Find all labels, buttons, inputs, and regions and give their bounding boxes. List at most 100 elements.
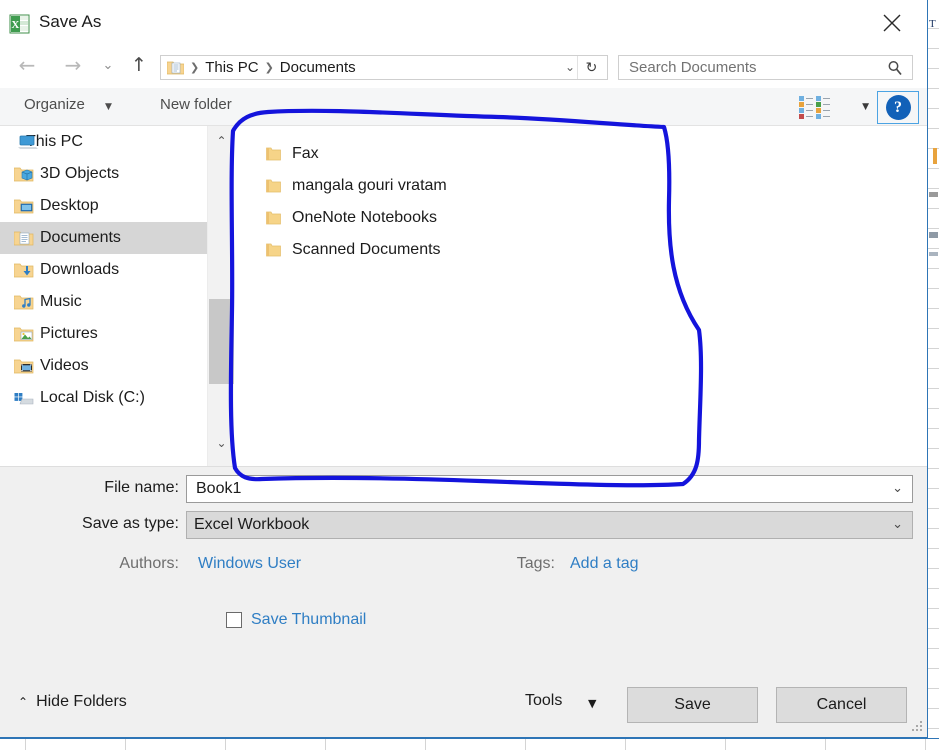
file-list-item[interactable]: Scanned Documents	[234, 234, 927, 266]
navigation-bar: ← → ⌄ ↑ ❯ This PC ❯ Documents ⌄ ↻ Search…	[0, 44, 927, 88]
organize-caret-icon[interactable]: ▼	[105, 102, 112, 112]
folder-downloads-icon	[14, 261, 34, 279]
excel-ui-sliver-2	[929, 232, 938, 238]
cancel-button[interactable]: Cancel	[776, 687, 907, 723]
scroll-up-icon[interactable]: ⌃	[208, 130, 235, 152]
chevron-down-icon[interactable]: ⌄	[98, 54, 118, 76]
tools-caret-icon[interactable]: ▼	[588, 697, 596, 710]
computer-icon	[18, 133, 38, 151]
save-thumbnail-label: Save Thumbnail	[251, 611, 367, 628]
sidebar-item-videos[interactable]: Videos	[0, 350, 207, 382]
up-arrow-icon[interactable]: ↑	[126, 52, 152, 78]
dialog-title: Save As	[39, 12, 102, 31]
breadcrumb-item-documents[interactable]: Documents	[280, 59, 356, 76]
sidebar-item-label: Downloads	[40, 261, 120, 278]
folder-music-icon	[14, 293, 34, 311]
save-form: File name: ⌄ Save as type: Excel Workboo…	[0, 466, 927, 708]
resize-grip[interactable]	[912, 721, 924, 733]
save-thumbnail-row[interactable]: Save Thumbnail	[226, 611, 366, 629]
file-name-input[interactable]	[194, 479, 854, 499]
refresh-icon[interactable]: ↻	[577, 56, 605, 79]
close-icon[interactable]	[873, 8, 911, 38]
file-list-item-label: OneNote Notebooks	[292, 209, 437, 226]
excel-ribbon-sliver	[933, 148, 937, 164]
chevron-down-icon[interactable]: ⌄	[892, 517, 903, 532]
sidebar-item-label: Music	[40, 293, 82, 310]
back-arrow-icon[interactable]: ←	[14, 52, 40, 78]
search-box[interactable]	[618, 55, 913, 80]
add-tag-link[interactable]: Add a tag	[570, 555, 639, 573]
breadcrumb-separator-1: ❯	[190, 61, 200, 74]
breadcrumb[interactable]: ❯ This PC ❯ Documents ⌄ ↻	[160, 55, 608, 80]
sidebar-item-label: 3D Objects	[40, 165, 120, 182]
navigation-sidebar: This PC 3D Objects Desktop Documents Downloa…	[0, 126, 207, 466]
view-options-icon[interactable]	[783, 93, 845, 121]
file-toolbar: Organize ▼ New folder ▼ ?	[0, 88, 927, 126]
search-input[interactable]	[627, 58, 867, 77]
sidebar-item-documents[interactable]: Documents	[0, 222, 207, 254]
scrollbar-thumb[interactable]	[209, 299, 234, 384]
folder-desktop-icon	[14, 197, 34, 215]
excel-ui-sliver-1	[929, 192, 938, 197]
excel-icon: X	[9, 13, 31, 35]
file-list-item[interactable]: OneNote Notebooks	[234, 202, 927, 234]
breadcrumb-item-this-pc[interactable]: This PC	[205, 59, 258, 76]
organize-button[interactable]: Organize	[24, 96, 85, 113]
sidebar-item-music[interactable]: Music	[0, 286, 207, 318]
sidebar-scrollbar[interactable]: ⌃ ⌄	[207, 126, 234, 466]
chevron-up-icon: ⌃	[18, 695, 29, 709]
folder-3d-icon	[14, 165, 34, 183]
breadcrumb-dropdown-icon[interactable]: ⌄	[565, 60, 575, 74]
save-button[interactable]: Save	[627, 687, 758, 723]
folder-videos-icon	[14, 357, 34, 375]
scroll-down-icon[interactable]: ⌄	[208, 432, 235, 454]
tags-label: Tags:	[516, 555, 555, 572]
sidebar-item-3d-objects[interactable]: 3D Objects	[0, 158, 207, 190]
folder-icon	[266, 210, 281, 226]
search-icon[interactable]	[886, 59, 904, 82]
save-as-type-value: Excel Workbook	[194, 516, 310, 533]
save-as-dialog: X Save As ← → ⌄ ↑ ❯ This PC ❯ Documents …	[0, 0, 928, 738]
sidebar-item-label: Videos	[40, 357, 89, 374]
file-name-combobox[interactable]: ⌄	[186, 475, 913, 503]
folder-icon	[266, 178, 281, 194]
folder-documents-icon	[166, 60, 185, 75]
help-icon: ?	[885, 95, 911, 120]
chevron-down-icon[interactable]: ⌄	[892, 481, 903, 496]
folder-pictures-icon	[14, 325, 34, 343]
svg-text:X: X	[11, 19, 19, 31]
view-options-caret-icon[interactable]: ▼	[862, 102, 869, 112]
sidebar-item-label: Pictures	[40, 325, 98, 342]
sidebar-item-local-disk-c[interactable]: Local Disk (C:)	[0, 382, 207, 414]
sidebar-item-desktop[interactable]: Desktop	[0, 190, 207, 222]
file-list: Fax mangala gouri vratam OneNote Notebooks…	[234, 126, 927, 466]
excel-cell-sliver-text: T	[929, 18, 936, 30]
forward-arrow-icon[interactable]: →	[60, 52, 86, 78]
save-thumbnail-checkbox[interactable]	[226, 612, 242, 628]
file-list-item-label: Scanned Documents	[292, 241, 441, 258]
dialog-footer: ⌃ Hide Folders Tools ▼ Save Cancel	[0, 675, 927, 737]
sidebar-item-downloads[interactable]: Downloads	[0, 254, 207, 286]
folder-icon	[266, 242, 281, 258]
hide-folders-button[interactable]: ⌃ Hide Folders	[18, 693, 127, 711]
dialog-titlebar: X Save As	[0, 0, 927, 44]
save-as-type-combobox[interactable]: Excel Workbook ⌄	[186, 511, 913, 539]
new-folder-button[interactable]: New folder	[160, 96, 232, 113]
folder-documents-icon	[14, 229, 34, 247]
save-as-type-label: Save as type:	[82, 515, 179, 532]
dialog-body: This PC 3D Objects Desktop Documents Downloa…	[0, 126, 927, 466]
sidebar-item-label: Desktop	[40, 197, 99, 214]
file-name-label: File name:	[104, 479, 179, 496]
tools-button[interactable]: Tools	[525, 692, 562, 710]
file-list-item[interactable]: Fax	[234, 138, 927, 170]
sidebar-item-pictures[interactable]: Pictures	[0, 318, 207, 350]
sidebar-item-label: Documents	[40, 229, 121, 246]
sidebar-item-this-pc[interactable]: This PC	[0, 126, 207, 158]
drive-icon	[14, 389, 34, 407]
screenshot-root: T X Save As ← → ⌄ ↑ ❯ This PC ❯ Document…	[0, 0, 939, 750]
file-list-item[interactable]: mangala gouri vratam	[234, 170, 927, 202]
authors-label: Authors:	[119, 555, 179, 572]
help-button[interactable]: ?	[877, 91, 919, 124]
authors-value-link[interactable]: Windows User	[198, 555, 301, 573]
sidebar-item-label: Local Disk (C:)	[40, 389, 145, 406]
